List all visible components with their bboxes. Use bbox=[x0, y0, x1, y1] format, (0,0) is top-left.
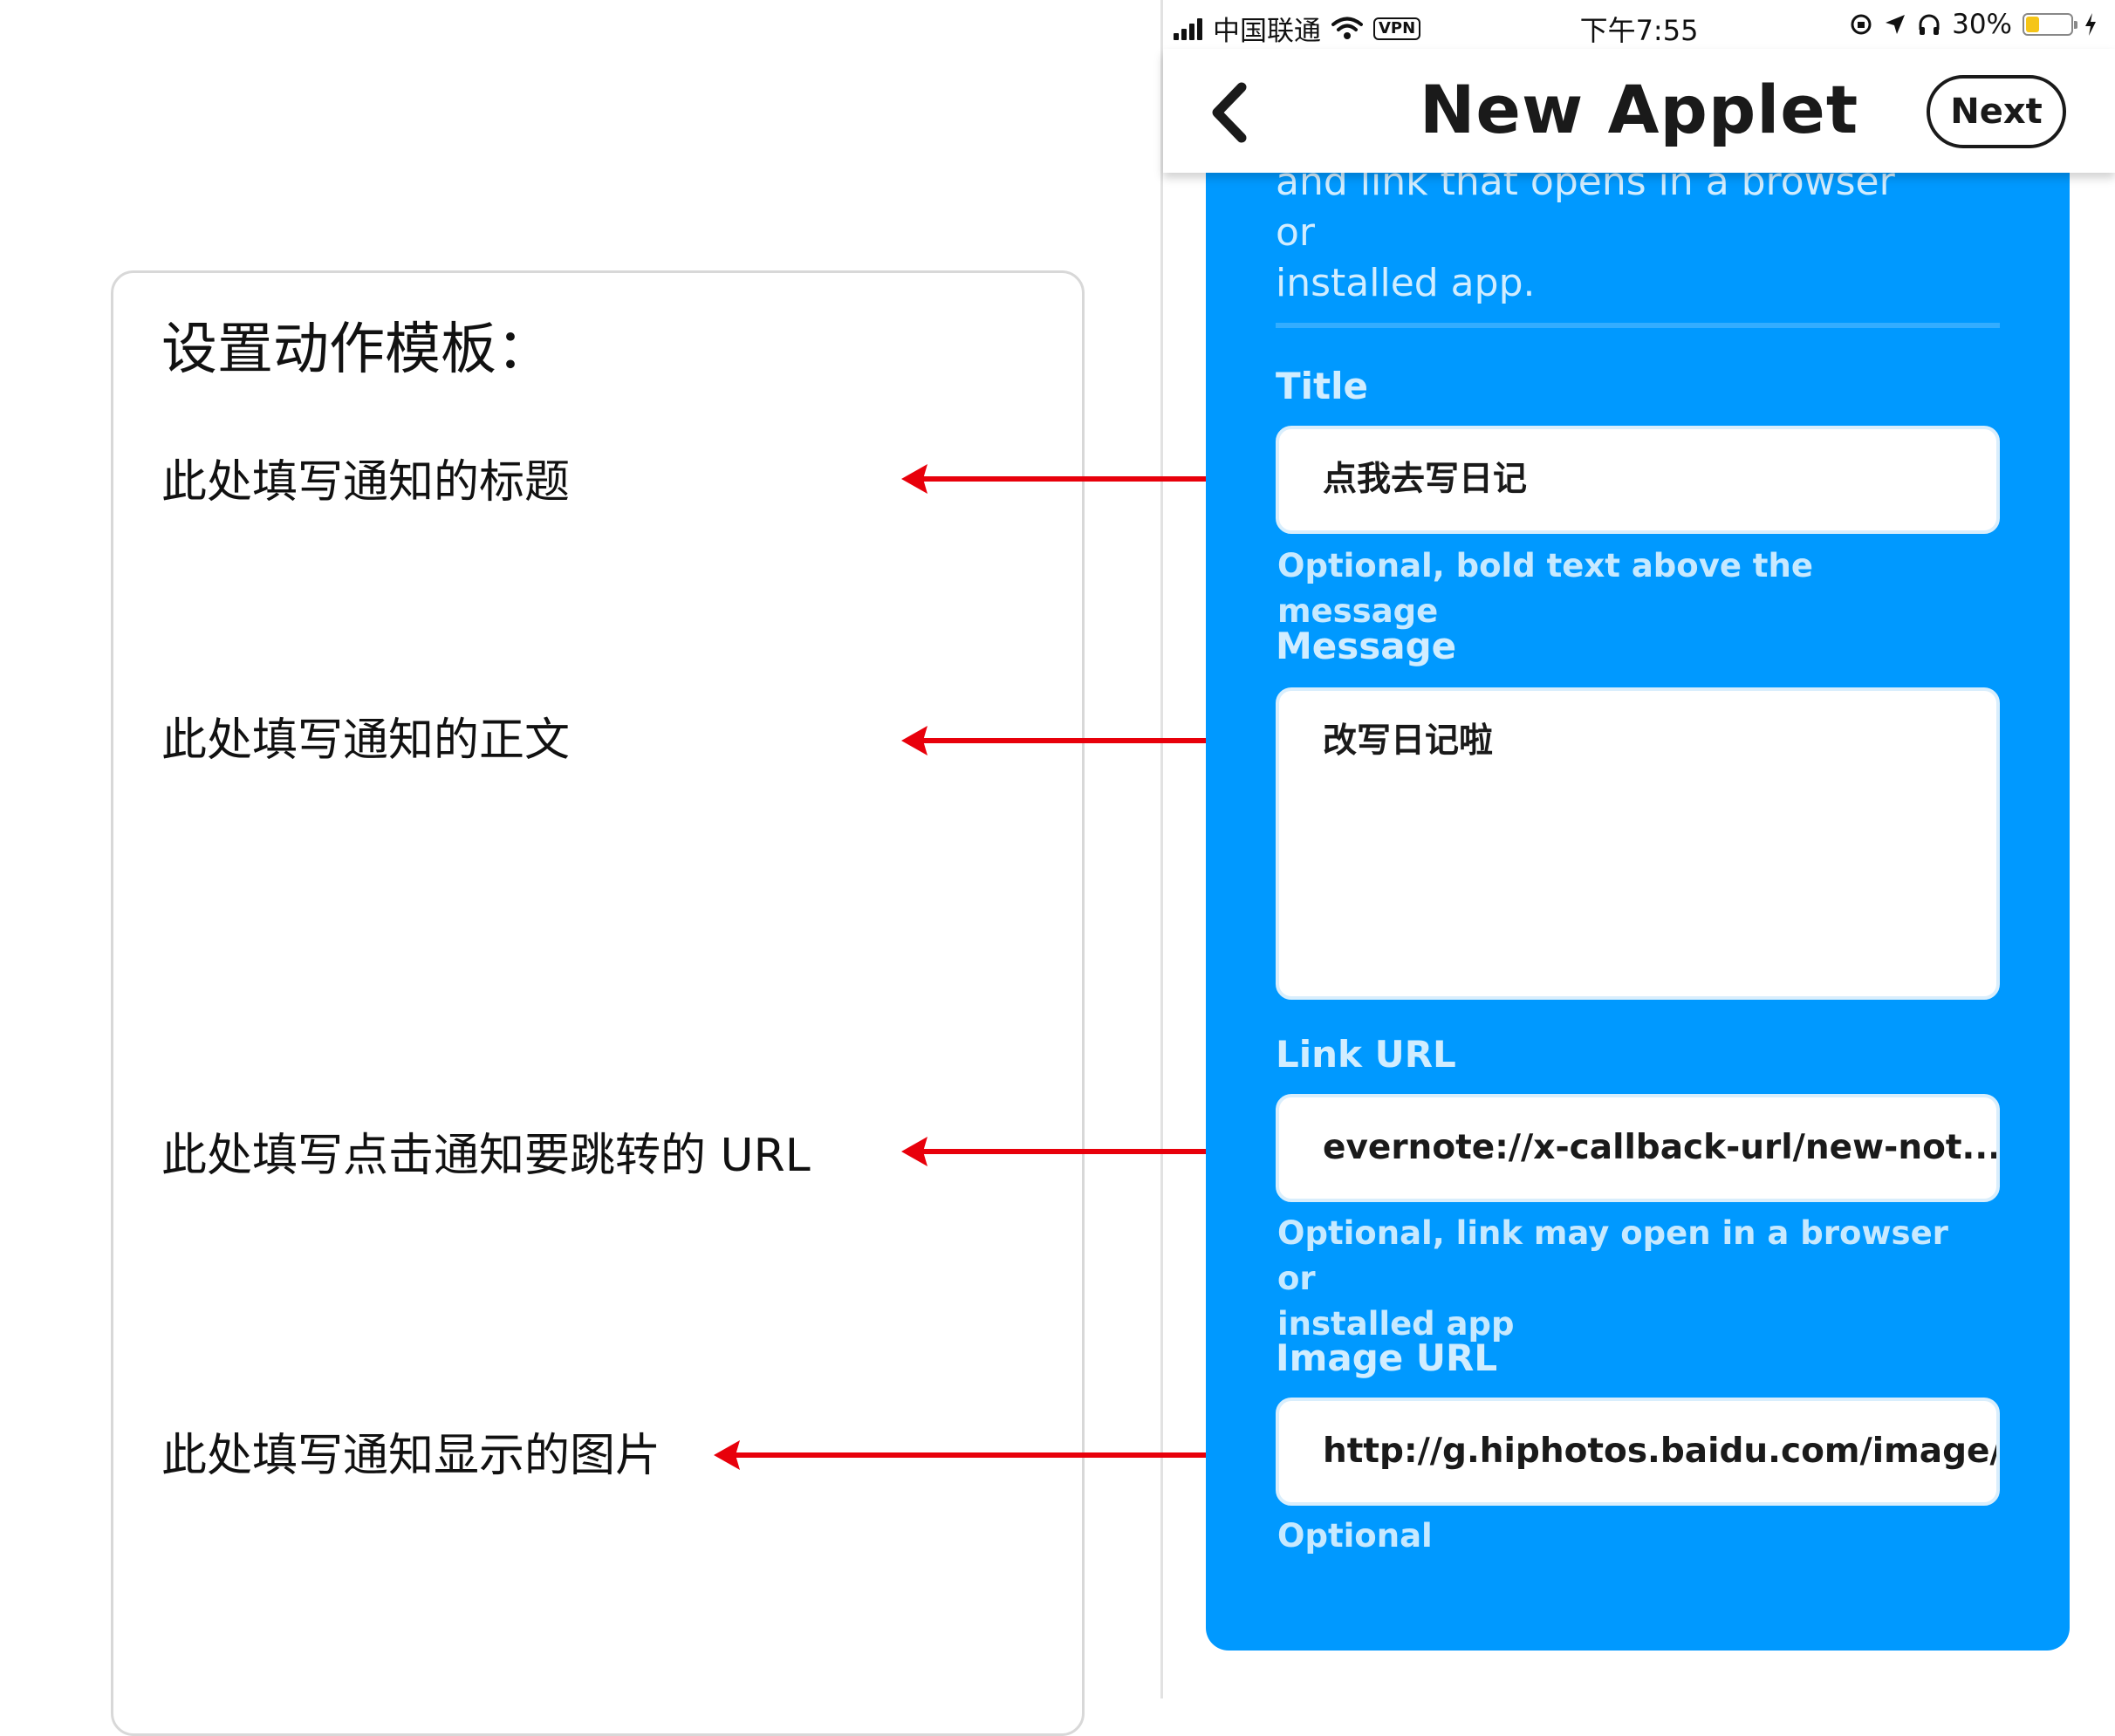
action-description-line-2: installed app. bbox=[1276, 261, 1536, 305]
status-bar: 中国联通 VPN 下午7:55 30% bbox=[1163, 0, 2115, 49]
image-url-field-hint: Optional bbox=[1277, 1517, 1433, 1555]
image-url-field-label: Image URL bbox=[1276, 1336, 1498, 1379]
headphones-icon bbox=[1919, 14, 1940, 35]
charging-bolt-icon bbox=[2085, 13, 2096, 36]
location-icon bbox=[1886, 15, 1906, 34]
link-url-field-hint: Optional, link may open in a browser or … bbox=[1277, 1211, 1975, 1347]
action-form-card: and link that opens in a browser or inst… bbox=[1206, 131, 2070, 1651]
title-input-value: 点我去写日记 bbox=[1323, 460, 1528, 499]
message-field-label: Message bbox=[1276, 625, 1457, 667]
image-url-input[interactable]: http://g.hiphotos.baidu.com/image/pic/it… bbox=[1276, 1398, 2000, 1506]
image-url-input-value: http://g.hiphotos.baidu.com/image/pic/it… bbox=[1323, 1432, 1996, 1471]
annotation-note-link-url: 此处填写点击通知要跳转的 URL bbox=[161, 1130, 811, 1182]
title-field-hint: Optional, bold text above the message bbox=[1277, 547, 1813, 630]
battery-percent: 30% bbox=[1952, 9, 2012, 40]
link-url-input-value: evernote://x-callback-url/new-not... bbox=[1323, 1128, 2000, 1167]
annotation-note-image-url: 此处填写通知显示的图片 bbox=[161, 1430, 661, 1482]
message-textarea-value: 改写日记啦 bbox=[1323, 721, 1494, 761]
battery-icon bbox=[2023, 13, 2077, 36]
section-divider bbox=[1276, 323, 2000, 328]
message-textarea[interactable]: 改写日记啦 bbox=[1276, 687, 2000, 1000]
action-description: and link that opens in a browser or inst… bbox=[1276, 157, 1939, 309]
annotation-title: 设置动作模板： bbox=[161, 318, 552, 382]
link-url-field-label: Link URL bbox=[1276, 1033, 1456, 1076]
annotation-note-title: 此处填写通知的标题 bbox=[161, 456, 571, 509]
link-url-input[interactable]: evernote://x-callback-url/new-not... bbox=[1276, 1094, 2000, 1202]
link-url-hint-line-1: Optional, link may open in a browser or bbox=[1277, 1214, 1948, 1297]
rotation-lock-icon bbox=[1851, 14, 1872, 35]
title-input[interactable]: 点我去写日记 bbox=[1276, 426, 2000, 534]
title-field-label: Title bbox=[1276, 365, 1369, 407]
next-button[interactable]: Next bbox=[1927, 75, 2066, 148]
annotation-note-message: 此处填写通知的正文 bbox=[161, 714, 571, 767]
navigation-bar: New Applet Next bbox=[1163, 49, 2115, 173]
